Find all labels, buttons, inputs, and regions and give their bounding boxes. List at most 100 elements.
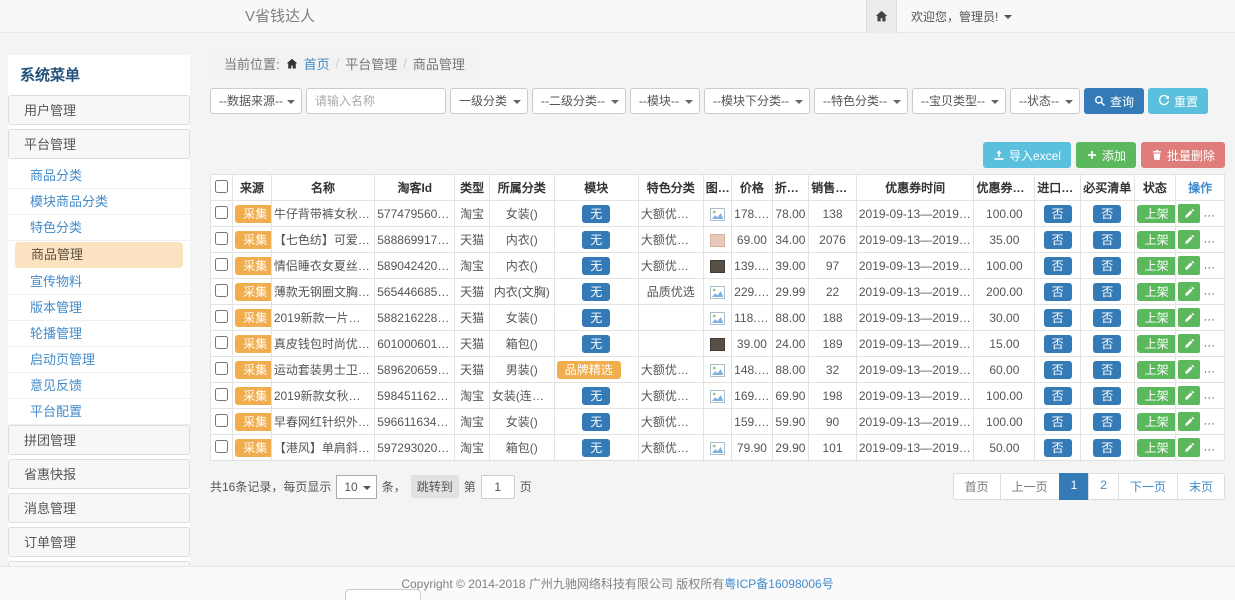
edit-button[interactable] (1178, 230, 1200, 249)
edit-button[interactable] (1178, 438, 1200, 457)
edit-button[interactable] (1178, 360, 1200, 379)
sidebar-item[interactable]: 意见反馈 (8, 373, 190, 399)
select-all-checkbox[interactable] (215, 180, 228, 193)
sidebar-item[interactable]: 宣传物料 (8, 269, 190, 295)
row-checkbox[interactable] (215, 206, 228, 219)
reset-button[interactable]: 重置 (1148, 88, 1208, 114)
pager-button[interactable]: 下一页 (1118, 473, 1178, 500)
status-badge[interactable]: 上架 (1137, 231, 1176, 249)
edit-button[interactable] (1178, 412, 1200, 431)
row-checkbox[interactable] (215, 414, 228, 427)
import-optimal-toggle[interactable]: 否 (1044, 439, 1072, 457)
sidebar-item[interactable]: 轮播管理 (8, 321, 190, 347)
row-checkbox[interactable] (215, 310, 228, 323)
pager-button[interactable]: 2 (1088, 473, 1119, 500)
sidebar-item[interactable]: 用户管理 (8, 95, 190, 125)
per-page-select[interactable]: 10 (336, 475, 376, 499)
import-optimal-toggle[interactable]: 否 (1044, 361, 1072, 379)
user-menu[interactable]: 欢迎您，管理员! (897, 0, 1026, 33)
import-excel-button[interactable]: 导入excel (983, 142, 1071, 168)
page-number-input[interactable] (481, 475, 515, 499)
status-badge[interactable]: 上架 (1137, 283, 1176, 301)
edit-button[interactable] (1178, 256, 1200, 275)
sidebar-item[interactable]: 商品分类 (8, 163, 190, 189)
sidebar-item[interactable]: 拼团管理 (8, 425, 190, 455)
must-buy-toggle[interactable]: 否 (1093, 361, 1121, 379)
import-optimal-toggle[interactable]: 否 (1044, 205, 1072, 223)
filter-select[interactable]: --特色分类-- (814, 88, 908, 114)
breadcrumb-home-link[interactable]: 首页 (304, 54, 330, 73)
must-buy-toggle[interactable]: 否 (1093, 335, 1121, 353)
import-optimal-toggle[interactable]: 否 (1044, 413, 1072, 431)
home-button[interactable] (866, 0, 897, 33)
must-buy-toggle[interactable]: 否 (1093, 413, 1121, 431)
import-optimal-toggle[interactable]: 否 (1044, 309, 1072, 327)
name-search-input[interactable] (306, 88, 446, 114)
table-row: 采集 【港风】单肩斜跨链条... 597293020870 淘宝 箱包() 无 … (211, 435, 1225, 461)
icp-link[interactable]: 粤ICP备16098006号 (724, 577, 833, 591)
sidebar-item[interactable]: 平台配置 (8, 399, 190, 425)
cell-sales: 189 (809, 331, 857, 357)
filter-select[interactable]: 一级分类 (450, 88, 528, 114)
sidebar-item[interactable]: 特色分类 (8, 215, 190, 241)
sidebar-item[interactable]: 商品管理 (15, 242, 183, 268)
row-checkbox[interactable] (215, 232, 228, 245)
filter-select[interactable]: --模块-- (630, 88, 700, 114)
status-badge[interactable]: 上架 (1137, 335, 1176, 353)
must-buy-toggle[interactable]: 否 (1093, 387, 1121, 405)
status-badge[interactable]: 上架 (1137, 413, 1176, 431)
must-buy-toggle[interactable]: 否 (1093, 231, 1121, 249)
batch-delete-button[interactable]: 批量删除 (1141, 142, 1225, 168)
row-checkbox[interactable] (215, 284, 228, 297)
status-badge[interactable]: 上架 (1137, 361, 1176, 379)
edit-button[interactable] (1178, 282, 1200, 301)
filter-select[interactable]: --状态-- (1010, 88, 1080, 114)
edit-button[interactable] (1178, 308, 1200, 327)
filter-select[interactable]: --宝贝类型-- (912, 88, 1006, 114)
must-buy-toggle[interactable]: 否 (1093, 439, 1121, 457)
row-checkbox[interactable] (215, 388, 228, 401)
add-button[interactable]: 添加 (1076, 142, 1136, 168)
import-optimal-toggle[interactable]: 否 (1044, 231, 1072, 249)
jump-button[interactable]: 跳转到 (411, 475, 459, 498)
pager-button[interactable]: 1 (1059, 473, 1090, 500)
filter-select-source[interactable]: --数据来源-- (210, 88, 302, 114)
sidebar-item[interactable]: 平台管理 (8, 129, 190, 159)
row-checkbox[interactable] (215, 258, 228, 271)
import-optimal-toggle[interactable]: 否 (1044, 335, 1072, 353)
sidebar-item[interactable]: 版本管理 (8, 295, 190, 321)
must-buy-toggle[interactable]: 否 (1093, 283, 1121, 301)
app-title: V省钱达人 (245, 0, 315, 33)
pager-button[interactable]: 上一页 (1000, 473, 1060, 500)
sidebar-item[interactable]: 消息管理 (8, 493, 190, 523)
edit-button[interactable] (1178, 386, 1200, 405)
filter-select[interactable]: --模块下分类-- (704, 88, 810, 114)
row-checkbox[interactable] (215, 362, 228, 375)
row-checkbox[interactable] (215, 440, 228, 453)
sidebar-item[interactable]: 省惠快报 (8, 459, 190, 489)
row-checkbox[interactable] (215, 336, 228, 349)
status-badge[interactable]: 上架 (1137, 387, 1176, 405)
welcome-text: 欢迎您，管理员! (911, 8, 998, 25)
import-optimal-toggle[interactable]: 否 (1044, 283, 1072, 301)
status-badge[interactable]: 上架 (1137, 309, 1176, 327)
must-buy-toggle[interactable]: 否 (1093, 205, 1121, 223)
query-button[interactable]: 查询 (1084, 88, 1144, 114)
sidebar-item[interactable]: 启动页管理 (8, 347, 190, 373)
pager-button[interactable]: 末页 (1177, 473, 1225, 500)
status-badge[interactable]: 上架 (1137, 205, 1176, 223)
pager-button[interactable]: 首页 (953, 473, 1001, 500)
import-optimal-toggle[interactable]: 否 (1044, 387, 1072, 405)
import-optimal-toggle[interactable]: 否 (1044, 257, 1072, 275)
cell-taoke-id: 588216228899 (375, 305, 455, 331)
sidebar-item[interactable]: 订单管理 (8, 527, 190, 557)
cell-discount-price: 39.00 (772, 253, 809, 279)
filter-select[interactable]: --二级分类-- (532, 88, 626, 114)
status-badge[interactable]: 上架 (1137, 439, 1176, 457)
edit-button[interactable] (1178, 204, 1200, 223)
must-buy-toggle[interactable]: 否 (1093, 309, 1121, 327)
status-badge[interactable]: 上架 (1137, 257, 1176, 275)
must-buy-toggle[interactable]: 否 (1093, 257, 1121, 275)
edit-button[interactable] (1178, 334, 1200, 353)
sidebar-item[interactable]: 模块商品分类 (8, 189, 190, 215)
